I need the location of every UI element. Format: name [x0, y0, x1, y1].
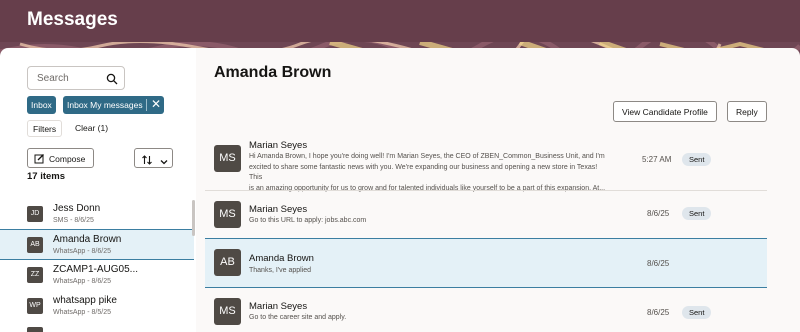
item-count: 17 items [27, 171, 66, 182]
search-placeholder: Search [37, 73, 69, 84]
status-badge: Sent [682, 306, 712, 319]
list-item-name: Jess Donn [53, 203, 101, 214]
status-badge: Sent [682, 207, 712, 220]
message-text: Go to the career site and apply. [249, 313, 609, 324]
message-line: excited to share some fantastic news wit… [249, 163, 598, 182]
compose-button[interactable]: Compose [27, 148, 94, 168]
search-input[interactable]: Search [27, 66, 125, 90]
message-sender: Marian Seyes [249, 140, 308, 151]
list-item[interactable] [0, 323, 194, 332]
message-line: Thanks, I've applied [249, 267, 312, 274]
chevron-down-icon [159, 154, 169, 172]
inbox-my-messages-chip[interactable]: Inbox My messages [63, 96, 149, 114]
list-item-name: ZCAMP1-AUG05... [53, 264, 139, 275]
list-item[interactable]: JD Jess Donn SMS - 8/6/25 [0, 200, 194, 229]
sort-button[interactable] [134, 148, 173, 168]
list-item-subtitle: SMS - 8/6/25 [53, 217, 94, 224]
avatar: WP [27, 298, 43, 314]
avatar: MS [214, 298, 241, 325]
inbox-chip[interactable]: Inbox [27, 96, 56, 114]
message-text: Go to this URL to apply: jobs.abc.com [249, 216, 609, 227]
page-title: Messages [27, 9, 118, 30]
message-time: 8/6/25 [647, 308, 670, 317]
sort-icon [141, 153, 153, 171]
message-item[interactable]: MS Marian Seyes Go to the career site an… [205, 295, 767, 331]
reply-button[interactable]: Reply [727, 101, 767, 122]
list-item-subtitle: WhatsApp - 8/5/25 [53, 309, 111, 316]
scrollbar[interactable] [192, 200, 195, 236]
message-text: Hi Amanda Brown, I hope you're doing wel… [249, 152, 609, 194]
message-sender: Marian Seyes [249, 301, 308, 312]
message-sender: Amanda Brown [249, 253, 314, 264]
list-item-subtitle: WhatsApp - 8/6/25 [53, 248, 111, 255]
list-item-name: whatsapp pike [53, 295, 117, 306]
clear-filters-button[interactable]: Clear (1) [75, 123, 108, 133]
message-time: 8/6/25 [647, 259, 670, 268]
close-icon[interactable]: ✕ [148, 96, 164, 114]
avatar [27, 327, 43, 332]
message-item[interactable]: MS Marian Seyes Hi Amanda Brown, I hope … [205, 136, 767, 192]
message-time: 8/6/25 [647, 209, 670, 218]
avatar: AB [27, 237, 43, 253]
list-item[interactable]: WP whatsapp pike WhatsApp - 8/5/25 [0, 292, 194, 321]
message-item[interactable]: AB Amanda Brown Thanks, I've applied 8/6… [205, 238, 767, 288]
message-sender: Marian Seyes [249, 204, 308, 215]
conversation-title: Amanda Brown [214, 64, 332, 81]
list-item[interactable]: AB Amanda Brown WhatsApp - 8/6/25 [0, 229, 194, 260]
divider [205, 190, 767, 191]
edit-icon [34, 153, 45, 166]
message-text: Thanks, I've applied [249, 266, 609, 277]
filters-button[interactable]: Filters [27, 120, 63, 137]
chip-divider [146, 99, 147, 111]
list-item-subtitle: WhatsApp - 8/6/25 [53, 278, 111, 285]
message-line: Go to this URL to apply: jobs.abc.com [249, 217, 367, 224]
message-item[interactable]: MS Marian Seyes Go to this URL to apply:… [205, 197, 767, 233]
app-header: Messages [0, 0, 800, 42]
avatar: MS [214, 145, 241, 172]
status-badge: Sent [682, 153, 712, 166]
avatar: AB [214, 249, 241, 276]
message-time: 5:27 AM [642, 155, 672, 164]
list-item[interactable]: ZZ ZCAMP1-AUG05... WhatsApp - 8/6/25 [0, 261, 194, 290]
message-line: Go to the career site and apply. [249, 314, 347, 321]
avatar: MS [214, 201, 241, 228]
avatar: JD [27, 206, 43, 222]
message-line: is an amazing opportunity for us to grow… [249, 184, 606, 192]
avatar: ZZ [27, 267, 43, 283]
compose-label: Compose [49, 154, 86, 164]
message-line: Hi Amanda Brown, I hope you're doing wel… [249, 153, 605, 160]
search-icon[interactable] [106, 72, 118, 90]
list-item-name: Amanda Brown [53, 234, 122, 245]
view-candidate-profile-button[interactable]: View Candidate Profile [613, 101, 717, 122]
